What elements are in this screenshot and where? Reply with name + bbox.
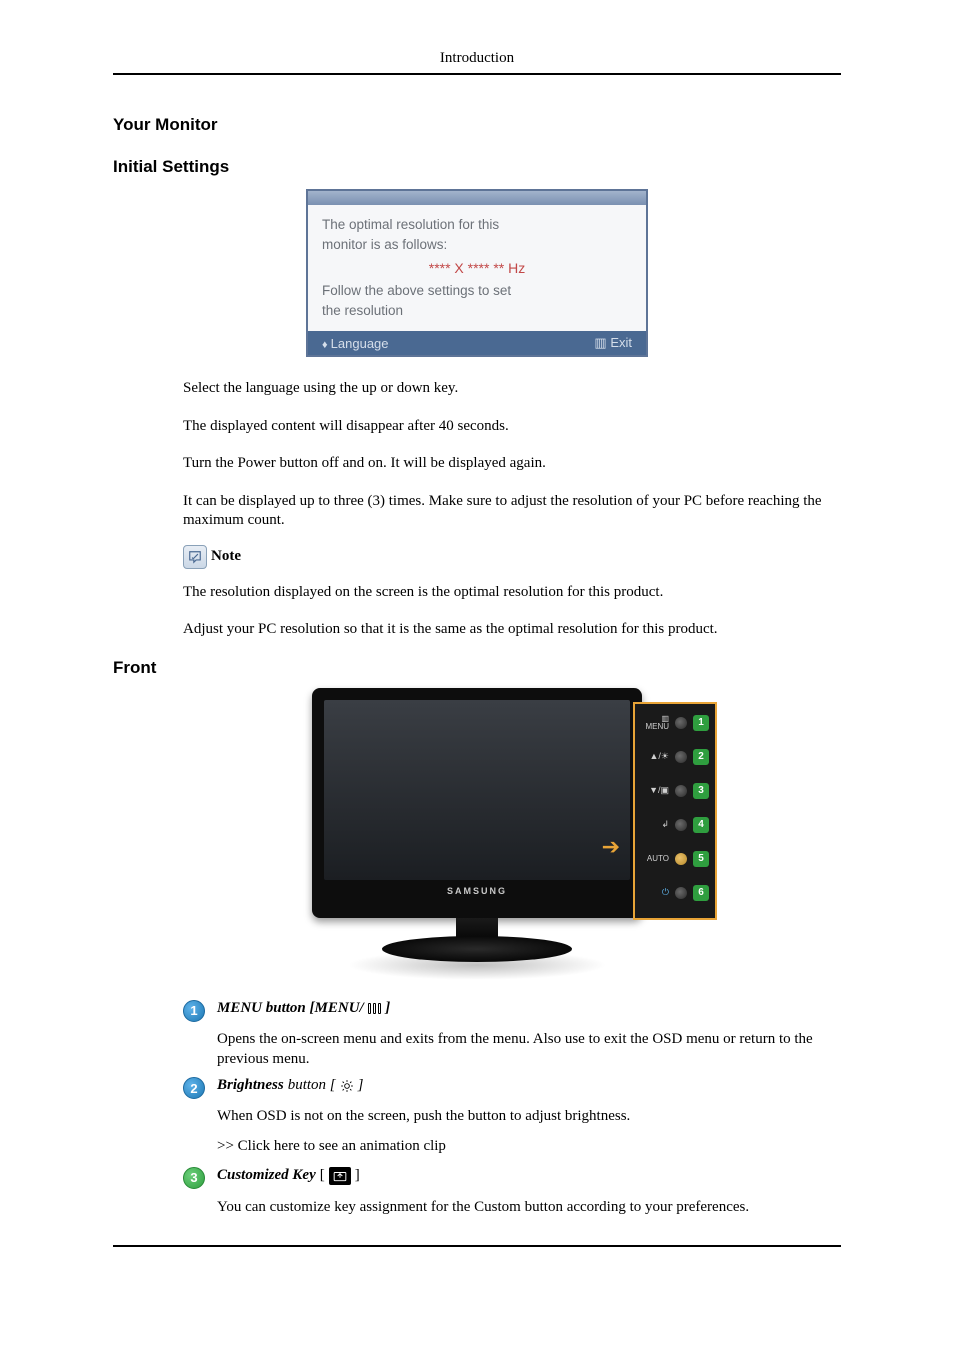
item-1-desc: Opens the on-screen menu and exits from … xyxy=(217,1029,841,1070)
osd-line2: monitor is as follows: xyxy=(322,235,632,255)
osd-line3: Follow the above settings to set xyxy=(322,281,632,301)
note-label: Note xyxy=(211,548,241,565)
monitor-brand: SAMSUNG xyxy=(324,886,630,896)
customized-key-icon xyxy=(329,1167,351,1185)
panel-power-button xyxy=(675,887,687,899)
paragraph-1: Select the language using the up or down… xyxy=(183,379,841,399)
item-2-title: Brightness button [] xyxy=(217,1077,841,1094)
callout-badge-3: 3 xyxy=(183,1167,205,1189)
panel-callout-4: 4 xyxy=(693,817,709,833)
item-3-desc: You can customize key assignment for the… xyxy=(217,1197,841,1217)
panel-callout-1: 1 xyxy=(693,715,709,731)
panel-up-button xyxy=(675,751,687,763)
osd-footer-exit: ▥ Exit xyxy=(594,335,632,351)
callout-badge-1: 1 xyxy=(183,1000,205,1022)
monitor-front-illustration: SAMSUNG ➔ ▥MENU 1 ▲/☀ 2 ▼/▣ xyxy=(237,688,717,980)
osd-popup: The optimal resolution for this monitor … xyxy=(113,189,841,357)
callout-badge-2: 2 xyxy=(183,1077,205,1099)
header-rule xyxy=(113,73,841,75)
footer-rule xyxy=(113,1245,841,1247)
item-2-desc-1: When OSD is not on the screen, push the … xyxy=(217,1106,841,1126)
paragraph-6: Adjust your PC resolution so that it is … xyxy=(183,620,841,640)
heading-front: Front xyxy=(113,658,841,678)
panel-callout-3: 3 xyxy=(693,783,709,799)
panel-callout-2: 2 xyxy=(693,749,709,765)
heading-your-monitor: Your Monitor xyxy=(113,115,841,135)
panel-menu-button xyxy=(675,717,687,729)
panel-down-button xyxy=(675,785,687,797)
osd-footer-language: Language xyxy=(322,336,389,351)
page-header-title: Introduction xyxy=(113,50,841,67)
panel-callout-6: 6 xyxy=(693,885,709,901)
menu-bars-icon xyxy=(368,1003,382,1014)
heading-initial-settings: Initial Settings xyxy=(113,157,841,177)
panel-callout-5: 5 xyxy=(693,851,709,867)
monitor-button-panel: ▥MENU 1 ▲/☀ 2 ▼/▣ 3 ↲ 4 xyxy=(633,702,717,920)
paragraph-2: The displayed content will disappear aft… xyxy=(183,417,841,437)
arrow-icon: ➔ xyxy=(602,834,620,860)
osd-line1: The optimal resolution for this xyxy=(322,215,632,235)
paragraph-5: The resolution displayed on the screen i… xyxy=(183,583,841,603)
item-3-title: Customized Key[] xyxy=(217,1167,841,1185)
paragraph-3: Turn the Power button off and on. It wil… xyxy=(183,454,841,474)
item-2-animation-link[interactable]: >> Click here to see an animation clip xyxy=(217,1136,841,1156)
item-1-title: MENU button [MENU/] xyxy=(217,1000,841,1017)
panel-enter-button xyxy=(675,819,687,831)
note-icon xyxy=(183,545,207,569)
osd-line4: the resolution xyxy=(322,301,632,321)
osd-hz-line: **** X **** ** Hz xyxy=(322,256,632,281)
paragraph-4: It can be displayed up to three (3) time… xyxy=(183,492,841,531)
brightness-icon xyxy=(340,1079,354,1093)
panel-auto-button xyxy=(675,853,687,865)
